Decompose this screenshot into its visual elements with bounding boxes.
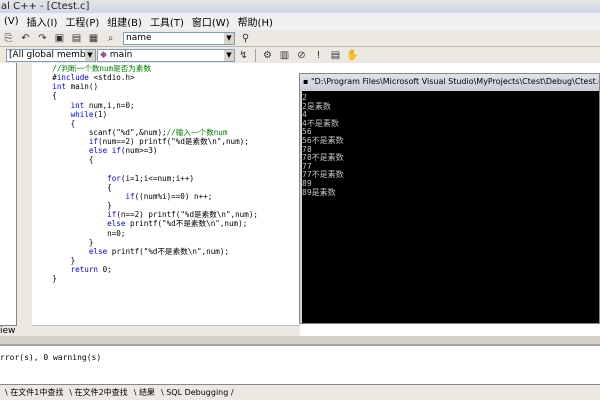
code-line: {: [34, 182, 112, 192]
code-line: else printf("%d不是素数\n",num);: [107, 219, 248, 229]
code-line: }: [34, 274, 57, 284]
tab-label: 在文件1中查找: [10, 388, 64, 397]
compile-icon[interactable]: ⚙: [261, 49, 274, 62]
workspace-tab-fileview[interactable]: iew: [0, 325, 17, 336]
workspace-pane: iew: [0, 63, 17, 336]
code-line: }: [34, 255, 76, 265]
class-combo-value: [All global members: [9, 49, 96, 60]
menu-project[interactable]: 工程(P): [61, 14, 103, 29]
workspace-tab-label: iew: [0, 326, 16, 336]
window-title: al C++ - [Ctest.c]: [1, 1, 90, 12]
code-line: n=0;: [34, 228, 126, 238]
menu-help[interactable]: 帮助(H): [234, 14, 277, 29]
find-combo[interactable]: name ▼: [123, 31, 235, 45]
tab-results[interactable]: \ 结果: [131, 387, 158, 398]
console-title: "D:\Program Files\Microsoft Visual Studi…: [310, 77, 599, 86]
code-line: {: [34, 118, 76, 128]
console-line: 2是素数: [302, 101, 331, 111]
console-output: 2 2是素数 4 4不是素数 56 56不是素数 78 78不是素数 77 77不是素数 89 89是…: [302, 93, 344, 197]
tab-label: 结果: [138, 388, 155, 397]
workspace-icon[interactable]: ▣: [53, 32, 66, 45]
output-tabs: \ 在文件1中查找 \ 在文件2中查找 \ 结果 \ SQL Debugging…: [0, 384, 600, 400]
tab-find-in-files-1[interactable]: \ 在文件1中查找: [2, 387, 66, 398]
standard-toolbar: ⎘ ↶ ↷ ▣ ▤ ▦ ⌕ name ▼ ⚲: [0, 30, 600, 47]
chevron-down-icon[interactable]: ▼: [224, 32, 234, 44]
menu-bar: (V) 插入(I) 工程(P) 组建(B) 工具(T) 窗口(W) 帮助(H): [0, 13, 600, 30]
tab-label: SQL Debugging: [166, 388, 229, 397]
member-combo[interactable]: ◆ main ▼: [97, 48, 235, 62]
code-line: if((num%i)==0) n++;: [125, 191, 213, 201]
execute-icon[interactable]: !: [312, 49, 325, 62]
menu-window[interactable]: 窗口(W): [188, 14, 234, 29]
code-line: int num,i,n=0;: [70, 100, 135, 110]
code-line: int main(): [52, 82, 99, 92]
tab-label: 在文件2中查找: [74, 388, 128, 397]
window-list-icon[interactable]: ▦: [87, 32, 100, 45]
stop-build-icon[interactable]: ⊘: [295, 49, 308, 62]
go-icon[interactable]: ▤: [329, 49, 342, 62]
console-title-bar: ▪ "D:\Program Files\Microsoft Visual Stu…: [300, 74, 599, 90]
console-body: 2 2是素数 4 4不是素数 56 56不是素数 78 78不是素数 77 77不是素数 89 89是…: [302, 91, 599, 323]
toolbar-separator: [255, 48, 256, 62]
wizard-bar: [All global members ▼ ◆ main ▼ ↯ ⚙ ▥ ⊘ !…: [0, 47, 600, 64]
menu-insert[interactable]: 插入(I): [23, 14, 62, 29]
code-line: }: [34, 201, 112, 211]
tab-sql-debugging[interactable]: \ SQL Debugging /: [158, 388, 237, 397]
code-line: else if(num>=3): [88, 146, 158, 156]
code-line: return 0;: [70, 265, 112, 275]
console-icon: ▪: [303, 77, 309, 86]
code-line: {: [34, 91, 57, 101]
output-pane: rror(s), 0 warning(s): [0, 344, 600, 384]
build-result-text: rror(s), 0 warning(s): [0, 353, 102, 362]
editor-horizontal-scrollbar[interactable]: [32, 325, 300, 336]
find-combo-value: name: [126, 32, 152, 43]
output-window-icon[interactable]: ▤: [70, 32, 83, 45]
build-icon[interactable]: ▥: [278, 49, 291, 62]
source-code: //判断一个数num是否为素数 #include <stdio.h> int m…: [34, 64, 258, 283]
code-line: for(i=1;i<=num;i++): [107, 173, 195, 183]
undo-icon[interactable]: ↶: [19, 32, 32, 45]
console-window[interactable]: ▪ "D:\Program Files\Microsoft Visual Stu…: [299, 73, 600, 324]
menu-view[interactable]: (V): [0, 16, 23, 27]
console-line: 89是素数: [302, 187, 336, 197]
class-combo[interactable]: [All global members ▼: [6, 48, 96, 62]
chevron-down-icon[interactable]: ▼: [85, 49, 95, 61]
code-line: scanf("%d",&num);//输入一个数num: [34, 127, 228, 137]
code-line: }: [34, 237, 94, 247]
wizard-action-icon[interactable]: ↯: [237, 49, 250, 62]
tab-find-in-files-2[interactable]: \ 在文件2中查找: [66, 387, 130, 398]
code-line: {: [34, 155, 94, 165]
code-line: #include <stdio.h>: [34, 73, 135, 83]
menu-tools[interactable]: 工具(T): [146, 14, 188, 29]
binoculars-icon[interactable]: ⚲: [239, 32, 252, 45]
paste-icon[interactable]: ⎘: [2, 32, 15, 45]
chevron-down-icon[interactable]: ▼: [224, 49, 234, 61]
code-line: else printf("%d不是素数\n",num);: [88, 246, 229, 256]
find-in-files-icon[interactable]: ⌕: [104, 32, 117, 45]
code-line: while(1): [70, 109, 108, 119]
member-combo-value: main: [109, 49, 133, 60]
function-icon: ◆: [100, 49, 107, 60]
menu-build[interactable]: 组建(B): [103, 14, 146, 29]
workspace-scrollbar[interactable]: [17, 63, 32, 336]
window-title-bar: al C++ - [Ctest.c]: [0, 0, 600, 13]
redo-icon[interactable]: ↷: [36, 32, 49, 45]
code-line: if(num==2) printf("%d是素数\n",num);: [88, 137, 249, 147]
code-line: //判断一个数num是否为素数: [52, 64, 152, 73]
insert-breakpoint-icon[interactable]: ✋: [346, 49, 359, 62]
